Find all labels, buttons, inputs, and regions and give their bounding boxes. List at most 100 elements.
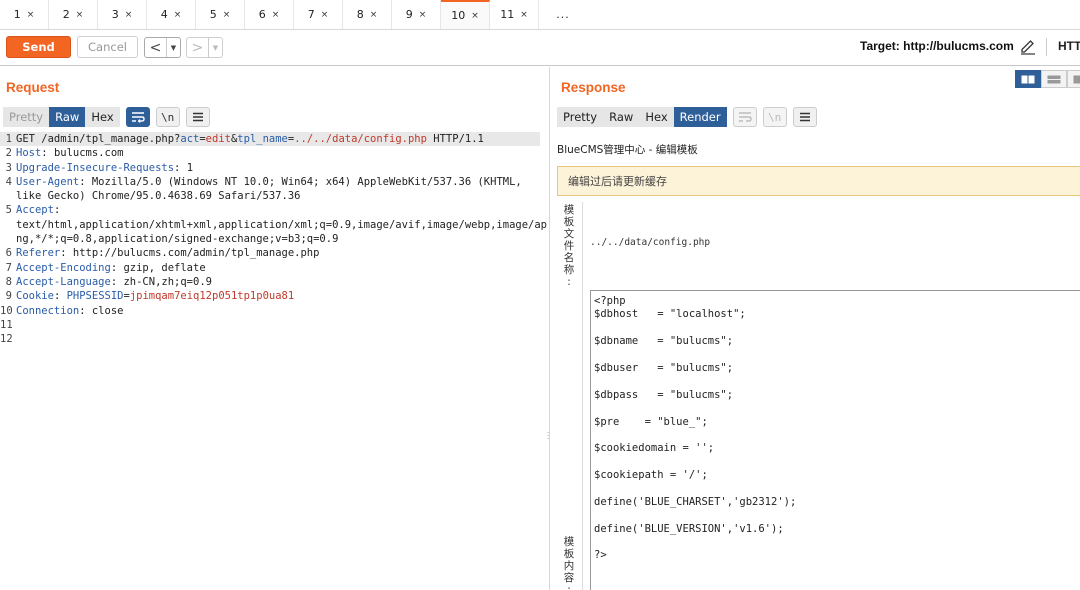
editor-line: 6 Referer: http://bulucms.com/admin/tpl_m… [0,246,540,260]
editor-line: 7 Accept-Encoding: gzip, deflate [0,261,540,275]
send-button[interactable]: Send [6,36,71,58]
response-tab-render[interactable]: Render [673,107,727,127]
request-tab-pretty[interactable]: Pretty [3,107,50,127]
line-text: ng,*/*;q=0.8,application/signed-exchange… [16,233,339,246]
request-tab-raw[interactable]: Raw [49,107,86,127]
line-text: Upgrade-Insecure-Requests: 1 [16,161,194,174]
close-icon[interactable]: × [174,10,182,20]
editor-line: 4 User-Agent: Mozilla/5.0 (Windows NT 10.… [0,175,540,189]
response-tab-hex[interactable]: Hex [639,107,674,127]
code-line: $dbpass = "bulucms"; [594,388,734,401]
request-tab-10[interactable]: 10 × [441,0,490,29]
editor-line: 3 Upgrade-Insecure-Requests: 1 [0,161,540,175]
close-icon[interactable]: × [321,10,329,20]
line-text: Cookie: PHPSESSID=jpimqam7eiq12p051tp1p0… [16,290,295,303]
tab-label: 10 [451,9,466,22]
line-number: 9 [5,290,12,303]
code-line: $dbuser = "bulucms"; [594,361,734,374]
editor-line: 12 [0,332,540,346]
form-divider [582,202,583,590]
request-tab-4[interactable]: 4 × [147,0,196,29]
line-number: 6 [5,247,12,260]
code-line: $cookiedomain = ''; [594,442,715,455]
cancel-button[interactable]: Cancel [77,36,138,58]
response-tab-pretty[interactable]: Pretty [557,107,604,127]
line-number: 12 [0,333,13,346]
split-vertical-icon[interactable] [1041,70,1067,88]
back-arrow-icon[interactable]: < [145,38,167,57]
close-icon[interactable]: × [520,10,528,20]
drag-handle-icon[interactable]: · · · [547,430,552,443]
single-pane-icon[interactable] [1067,70,1080,88]
request-tab-strip: 1 × 2 × 3 × 4 × 5 × 6 × 7 × 8 × 9 × 10 × 11 ×... [0,0,1080,30]
http-version-label[interactable]: HTTP/1 [1058,39,1080,53]
close-icon[interactable]: × [223,10,231,20]
close-icon[interactable]: × [471,11,479,21]
more-tabs-button[interactable]: ... [539,0,587,29]
request-tab-9[interactable]: 9 × [392,0,441,29]
line-text: Accept-Language: zh-CN,zh;q=0.9 [16,275,212,288]
cache-notice: 编辑过后请更新缓存 [557,166,1080,196]
editor-line: 9 Cookie: PHPSESSID=jpimqam7eiq12p051tp1p… [0,289,540,303]
line-text: Accept: [16,204,61,217]
line-number: 10 [0,304,13,317]
wrap-lines-icon[interactable] [732,107,757,127]
menu-icon[interactable] [185,107,210,127]
menu-icon[interactable] [792,107,817,127]
request-tab-3[interactable]: 3 × [98,0,147,29]
request-tab-hex[interactable]: Hex [85,107,120,127]
split-horizontal-icon[interactable] [1015,70,1041,88]
history-back-group: < ▼ [144,37,181,58]
request-view-tabs: Pretty Raw Hex \n [3,107,210,127]
request-tab-1[interactable]: 1 × [0,0,49,29]
response-tab-raw[interactable]: Raw [603,107,640,127]
editor-line: 5 Accept: [0,203,540,217]
request-tab-11[interactable]: 11 × [490,0,539,29]
rendered-response: BlueCMS管理中心 - 编辑模板 编辑过后请更新缓存 模板文件名称: ../… [553,132,1080,590]
close-icon[interactable]: × [27,10,35,20]
editor-line: like Gecko) Chrome/95.0.4638.69 Safari/5… [0,189,540,203]
template-content-textarea[interactable]: <?php $dbhost = "localhost"; $dbname = "bu… [590,290,1080,590]
close-icon[interactable]: × [370,10,378,20]
request-tab-6[interactable]: 6 × [245,0,294,29]
wrap-lines-icon[interactable] [125,107,150,127]
tab-label: 6 [258,8,266,21]
forward-dropdown-icon[interactable]: ▼ [209,38,222,57]
close-icon[interactable]: × [125,10,133,20]
pencil-icon[interactable] [1019,38,1037,56]
show-newlines-button[interactable]: \n [762,107,787,127]
line-text: Connection: close [16,304,124,317]
request-tab-8[interactable]: 8 × [343,0,392,29]
line-number: 3 [5,161,12,174]
request-tab-7[interactable]: 7 × [294,0,343,29]
tab-label: 5 [209,8,217,21]
response-heading: Response [561,80,626,95]
request-editor[interactable]: 1 GET /admin/tpl_manage.php?act=edit&tpl_… [0,132,547,346]
line-text: Referer: http://bulucms.com/admin/tpl_ma… [16,247,320,260]
show-newlines-button[interactable]: \n [155,107,180,127]
line-text: like Gecko) Chrome/95.0.4638.69 Safari/5… [16,190,301,203]
tab-label: 3 [111,8,119,21]
line-number: 7 [5,261,12,274]
request-tab-2[interactable]: 2 × [49,0,98,29]
filename-value: ../../data/config.php [590,237,711,248]
request-tab-5[interactable]: 5 × [196,0,245,29]
close-icon[interactable]: × [272,10,280,20]
editor-line: 11 [0,318,540,332]
panel-divider[interactable] [549,67,550,590]
code-line: ?> [594,549,607,562]
rendered-page-title: BlueCMS管理中心 - 编辑模板 [557,144,698,156]
back-dropdown-icon[interactable]: ▼ [167,38,180,57]
close-icon[interactable]: × [419,10,427,20]
editor-line: ng,*/*;q=0.8,application/signed-exchange… [0,232,540,246]
forward-arrow-icon[interactable]: > [187,38,209,57]
close-icon[interactable]: × [76,10,84,20]
tab-label: 4 [160,8,168,21]
